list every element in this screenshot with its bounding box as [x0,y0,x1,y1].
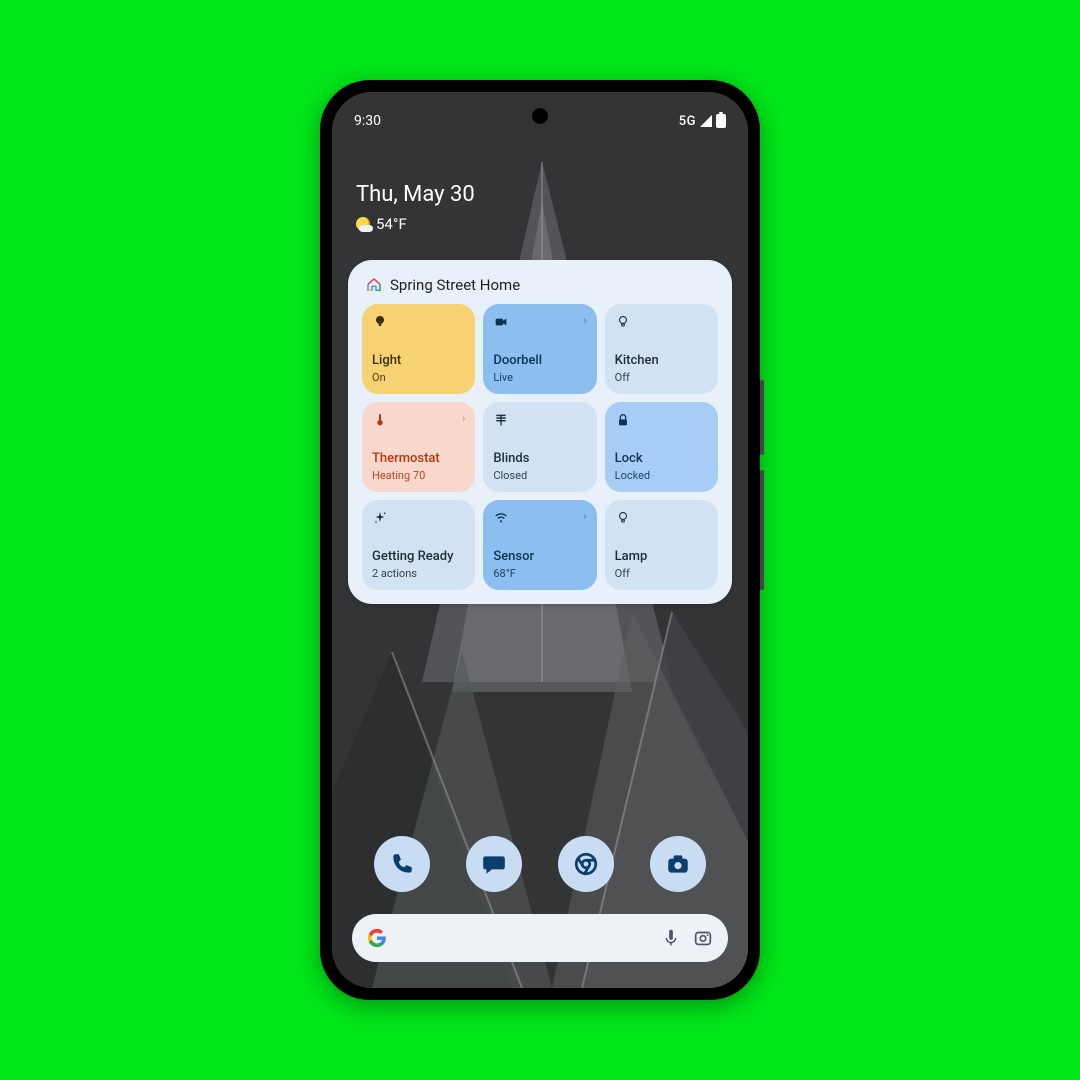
wifi-icon [493,510,509,526]
tile-name: Sensor [493,550,586,565]
tile-status: Locked [615,469,708,482]
phone-app[interactable] [374,836,430,892]
chrome-app[interactable] [558,836,614,892]
tile-name: Doorbell [493,354,586,369]
chrome-icon [573,851,599,877]
tile-light[interactable]: Light On [362,304,475,394]
tile-grid: Light On › Doorbell Live Kitchen Off › Thermosta… [362,304,718,590]
tile-name: Getting Ready [372,550,465,565]
videocam-icon [493,314,509,330]
date-label: Thu, May 30 [356,182,475,207]
tile-name: Lock [615,452,708,467]
phone-frame: 9:30 5G Thu, May 30 54°F Spring Street H… [320,80,760,1000]
tile-doorbell[interactable]: › Doorbell Live [483,304,596,394]
lens-icon [692,927,714,949]
google-g-icon [366,927,388,949]
phone-screen: 9:30 5G Thu, May 30 54°F Spring Street H… [332,92,748,988]
status-time: 9:30 [354,113,381,129]
camera-icon [665,851,691,877]
tile-status: 2 actions [372,567,465,580]
app-dock [332,836,748,892]
widget-title: Spring Street Home [390,276,520,294]
tile-status: Live [493,371,586,384]
tile-blinds[interactable]: Blinds Closed [483,402,596,492]
bulb-icon [372,314,388,330]
tile-status: Off [615,371,708,384]
messages-app[interactable] [466,836,522,892]
tile-thermostat[interactable]: › Thermostat Heating 70 [362,402,475,492]
search-bar[interactable] [352,914,728,962]
tile-lock[interactable]: Lock Locked [605,402,718,492]
blinds-icon [493,412,509,428]
date-weather-widget[interactable]: Thu, May 30 54°F [356,182,475,233]
tile-status: Off [615,567,708,580]
tile-name: Thermostat [372,452,465,467]
tile-name: Blinds [493,452,586,467]
phone-icon [389,851,415,877]
bulb-outline-icon [615,314,631,330]
tile-status: Heating 70 [372,469,465,482]
tile-sensor[interactable]: › Sensor 68°F [483,500,596,590]
tile-kitchen[interactable]: Kitchen Off [605,304,718,394]
google-home-icon [366,277,382,293]
chevron-right-icon: › [583,315,586,326]
sparkle-icon [372,510,388,526]
network-label: 5G [679,114,696,129]
tile-name: Light [372,354,465,369]
widget-header[interactable]: Spring Street Home [362,274,718,304]
tile-status: Closed [493,469,586,482]
mic-button[interactable] [660,927,682,949]
chevron-right-icon: › [583,511,586,522]
mic-icon [660,927,682,949]
camera-app[interactable] [650,836,706,892]
tile-status: 68°F [493,567,586,580]
battery-icon [716,114,726,128]
camera-hole [532,108,548,124]
tile-name: Lamp [615,550,708,565]
bulb-outline-icon [615,510,631,526]
signal-icon [700,115,712,127]
tile-name: Kitchen [615,354,708,369]
tile-lamp[interactable]: Lamp Off [605,500,718,590]
messages-icon [481,851,507,877]
chevron-right-icon: › [462,413,465,424]
lens-button[interactable] [692,927,714,949]
temperature-label: 54°F [376,215,407,233]
lock-icon [615,412,631,428]
home-control-widget: Spring Street Home Light On › Doorbell Live K… [348,260,732,604]
tile-getting-ready[interactable]: Getting Ready 2 actions [362,500,475,590]
tile-status: On [372,371,465,384]
weather-icon [356,217,370,231]
thermo-icon [372,412,388,428]
